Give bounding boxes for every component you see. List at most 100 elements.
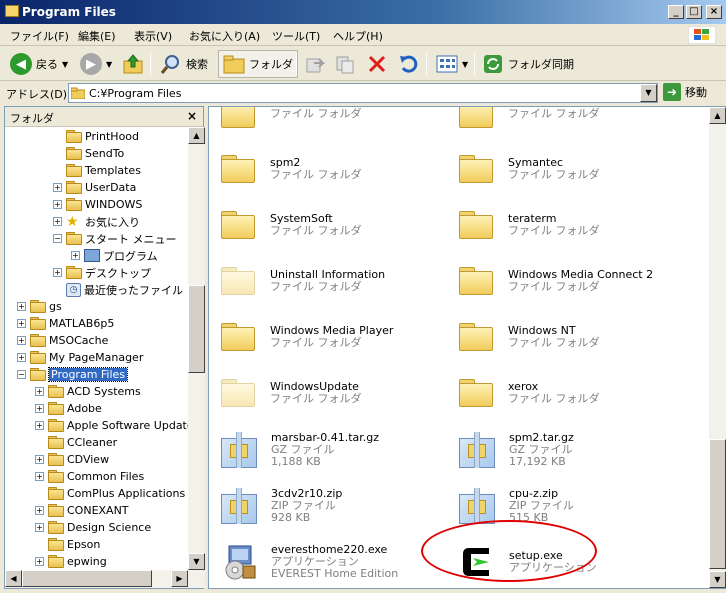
tree-item[interactable]: CCleaner [35, 434, 117, 451]
tree-item[interactable]: − スタート メニュー [53, 230, 177, 247]
expand-icon[interactable]: + [35, 387, 44, 396]
folder-sync-button[interactable]: フォルダ同期 [478, 50, 578, 78]
tree-item[interactable]: + MSOCache [17, 332, 108, 349]
tree-item[interactable]: + UserData [53, 179, 136, 196]
move-to-button[interactable] [300, 50, 330, 78]
maximize-button[interactable]: □ [686, 5, 702, 19]
file-item[interactable]: 3cdv2r10.zip ZIP ファイル 928 KB [221, 481, 342, 531]
expand-icon[interactable]: + [35, 421, 44, 430]
menu-edit[interactable]: 編集(E) [78, 28, 116, 44]
expand-icon[interactable]: + [35, 506, 44, 515]
tree-item[interactable]: + WINDOWS [53, 196, 142, 213]
files-vertical-scrollbar[interactable]: ▲ ▼ [709, 107, 726, 588]
back-dropdown-icon[interactable]: ▼ [62, 60, 68, 69]
go-button[interactable]: ➜ 移動 [663, 83, 707, 101]
scroll-down-icon[interactable]: ▼ [188, 553, 205, 570]
expand-icon[interactable]: + [35, 523, 44, 532]
expand-icon[interactable]: + [53, 268, 62, 277]
address-dropdown-icon[interactable]: ▼ [640, 84, 657, 102]
views-dropdown-icon[interactable]: ▼ [462, 60, 468, 69]
collapse-icon[interactable]: − [53, 234, 62, 243]
scroll-down-icon[interactable]: ▼ [709, 571, 726, 588]
pane-close-icon[interactable]: × [187, 109, 197, 123]
scroll-up-icon[interactable]: ▲ [188, 127, 205, 144]
tree-item[interactable]: ComPlus Applications [35, 485, 185, 502]
expand-icon[interactable]: + [35, 557, 44, 566]
search-button[interactable]: 検索 [156, 50, 212, 78]
tree-item[interactable]: Epson [35, 536, 100, 553]
tree-item[interactable]: + gs [17, 298, 62, 315]
expand-icon[interactable]: + [53, 200, 62, 209]
file-item[interactable]: WindowsUpdate ファイル フォルダ [221, 368, 362, 418]
expand-icon[interactable]: + [17, 319, 26, 328]
tree-item[interactable]: + Adobe [35, 400, 102, 417]
views-button[interactable]: ▼ [432, 50, 472, 78]
scroll-thumb[interactable] [709, 439, 726, 569]
file-item[interactable]: Windows NT ファイル フォルダ [459, 312, 600, 362]
tree-item[interactable]: Templates [53, 162, 141, 179]
expand-icon[interactable]: + [35, 404, 44, 413]
tree-item[interactable]: + Apple Software Update [35, 417, 188, 434]
back-button[interactable]: ◀ 戻る ▼ [6, 50, 72, 78]
expand-icon[interactable]: + [17, 302, 26, 311]
tree-item[interactable]: + デスクトップ [53, 264, 151, 281]
tree-item[interactable]: − Program Files [17, 366, 129, 383]
file-item[interactable]: xerox ファイル フォルダ [459, 368, 600, 418]
expand-icon[interactable]: + [71, 251, 80, 260]
file-item[interactable]: Uninstall Information ファイル フォルダ [221, 256, 385, 306]
folders-button[interactable]: フォルダ [218, 50, 298, 78]
tree-item[interactable]: + ★ お気に入り [53, 213, 140, 230]
scroll-thumb[interactable] [22, 570, 152, 587]
expand-icon[interactable]: + [17, 336, 26, 345]
expand-icon[interactable]: + [53, 217, 62, 226]
file-item[interactable]: teraterm ファイル フォルダ [459, 200, 600, 250]
tree-item[interactable]: SendTo [53, 145, 124, 162]
up-folder-button[interactable] [118, 50, 148, 78]
tree-item[interactable]: + ACD Systems [35, 383, 141, 400]
menu-tools[interactable]: ツール(T) [272, 28, 320, 44]
file-item[interactable]: Symantec ファイル フォルダ [459, 144, 600, 194]
tree-item[interactable]: + My PageManager [17, 349, 143, 366]
file-item[interactable]: Windows Media Connect 2 ファイル フォルダ [459, 256, 653, 306]
tree-item[interactable]: + Common Files [35, 468, 144, 485]
tree-item[interactable]: + Design Science [35, 519, 151, 536]
file-item[interactable]: marsbar-0.41.tar.gz GZ ファイル 1,188 KB [221, 425, 379, 475]
expand-icon[interactable]: + [35, 455, 44, 464]
scroll-left-icon[interactable]: ◀ [5, 570, 22, 587]
file-item[interactable]: everesthome220.exe アプリケーション EVEREST Home E… [221, 537, 398, 587]
scroll-up-icon[interactable]: ▲ [709, 107, 726, 124]
tree-item[interactable]: + epwing [35, 553, 107, 570]
menu-file[interactable]: ファイル(F) [10, 28, 69, 44]
forward-button[interactable]: ▶ ▼ [76, 50, 116, 78]
expand-icon[interactable]: + [17, 353, 26, 362]
menu-view[interactable]: 表示(V) [134, 28, 172, 44]
minimize-button[interactable]: _ [668, 5, 684, 19]
tree-item[interactable]: + MATLAB6p5 [17, 315, 114, 332]
delete-button[interactable] [362, 50, 392, 78]
file-item[interactable]: spm2.tar.gz GZ ファイル 17,192 KB [459, 425, 574, 475]
tree-item[interactable]: + CDView [35, 451, 109, 468]
tree-vertical-scrollbar[interactable]: ▲ ▼ [188, 127, 205, 570]
file-item[interactable]: ファイル フォルダ [221, 107, 362, 139]
file-item[interactable]: SystemSoft ファイル フォルダ [221, 200, 362, 250]
scroll-thumb[interactable] [188, 285, 205, 373]
tree-horizontal-scrollbar[interactable]: ◀ ▶ [5, 570, 205, 588]
forward-dropdown-icon[interactable]: ▼ [106, 60, 112, 69]
collapse-icon[interactable]: − [17, 370, 26, 379]
tree-item[interactable]: + プログラム [71, 247, 158, 264]
menu-help[interactable]: ヘルプ(H) [333, 28, 383, 44]
file-item[interactable]: spm2 ファイル フォルダ [221, 144, 362, 194]
tree-item[interactable]: + CONEXANT [35, 502, 129, 519]
tree-item[interactable]: PrintHood [53, 128, 139, 145]
copy-to-button[interactable] [330, 50, 360, 78]
file-item[interactable]: ファイル フォルダ [459, 107, 600, 139]
tree-item[interactable]: ◷ 最近使ったファイル [53, 281, 183, 298]
scroll-right-icon[interactable]: ▶ [171, 570, 188, 587]
file-item[interactable]: Windows Media Player ファイル フォルダ [221, 312, 393, 362]
menu-favorites[interactable]: お気に入り(A) [189, 28, 260, 44]
expand-icon[interactable]: + [35, 472, 44, 481]
close-button[interactable]: × [706, 5, 722, 19]
undo-button[interactable] [394, 50, 424, 78]
expand-icon[interactable]: + [53, 183, 62, 192]
address-input[interactable]: C:¥Program Files [68, 83, 658, 103]
